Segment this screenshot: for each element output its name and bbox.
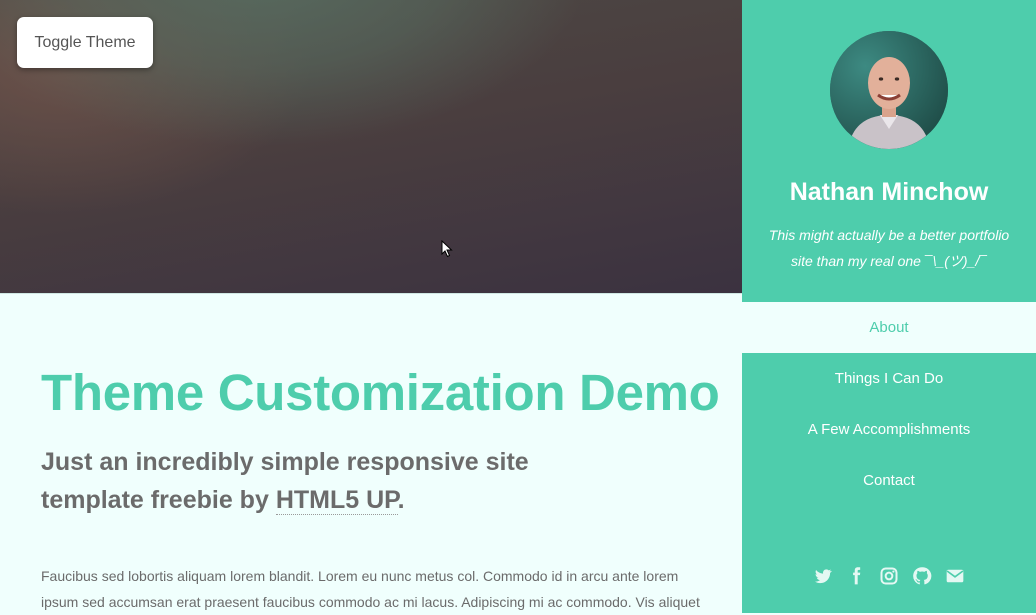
page-subtitle: Just an incredibly simple responsive sit… [41, 443, 561, 519]
tagline-line-1: This might actually be a better portfoli… [768, 227, 1010, 243]
tagline-line-2: site than my real one ¯\_(ツ)_/¯ [791, 253, 987, 269]
html5up-link[interactable]: HTML5 UP [275, 486, 398, 515]
facebook-icon[interactable] [846, 566, 866, 586]
toggle-theme-button[interactable]: Toggle Theme [17, 17, 153, 68]
profile-name: Nathan Minchow [789, 178, 989, 206]
sidebar: Nathan Minchow This might actually be a … [742, 0, 1036, 613]
page-title: Theme Customization Demo [41, 364, 720, 421]
email-icon[interactable] [945, 566, 965, 586]
sidebar-nav: About Things I Can Do A Few Accomplishme… [742, 302, 1036, 506]
github-icon[interactable] [912, 566, 932, 586]
twitter-icon[interactable] [813, 566, 833, 586]
subtitle-period: . [397, 486, 405, 514]
nav-item-things-i-can-do[interactable]: Things I Can Do [742, 353, 1036, 404]
main-content: Theme Customization Demo Just an incredi… [0, 295, 742, 613]
intro-paragraph: Faucibus sed lobortis aliquam lorem blan… [41, 568, 700, 610]
nav-item-contact[interactable]: Contact [742, 455, 1036, 506]
avatar [830, 31, 948, 149]
nav-item-about[interactable]: About [742, 302, 1036, 353]
social-links [742, 566, 1036, 586]
mouse-cursor-icon [441, 240, 453, 258]
profile-tagline: This might actually be a better portfoli… [762, 222, 1016, 274]
nav-item-accomplishments[interactable]: A Few Accomplishments [742, 404, 1036, 455]
header-banner: Toggle Theme [0, 0, 742, 294]
instagram-icon[interactable] [879, 566, 899, 586]
